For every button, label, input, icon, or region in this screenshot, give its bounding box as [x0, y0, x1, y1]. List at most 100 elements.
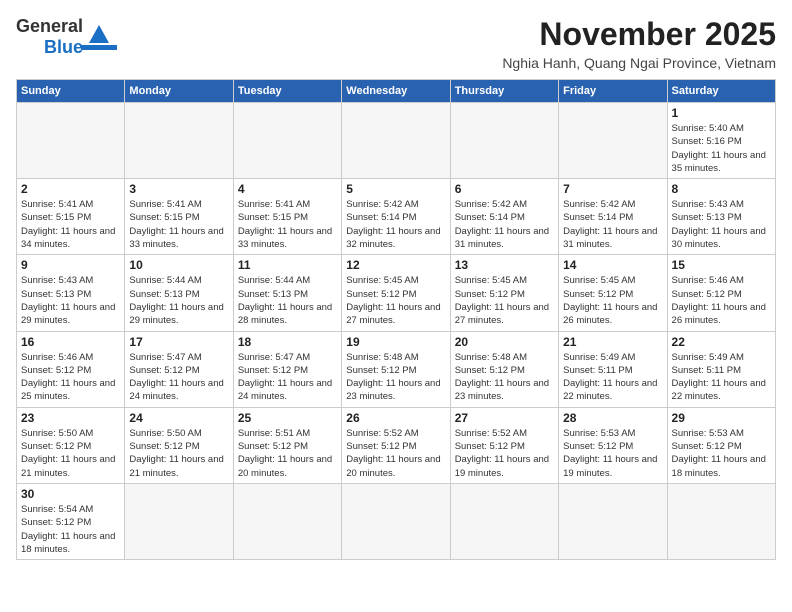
calendar-day-cell: 25 Sunrise: 5:51 AMSunset: 5:12 PMDayligh…: [233, 407, 341, 483]
calendar-day-cell: 6Sunrise: 5:42 AMSunset: 5:14 PMDaylight…: [450, 179, 558, 255]
logo-blue: Blue: [44, 37, 83, 58]
calendar-day-cell: 5 Sunrise: 5:42 AMSunset: 5:14 PMDaylight…: [342, 179, 450, 255]
calendar-day-cell: 2Sunrise: 5:41 AMSunset: 5:15 PMDaylight…: [17, 179, 125, 255]
day-number: 19: [346, 335, 445, 349]
day-number: 15: [672, 258, 771, 272]
calendar-header-row: SundayMondayTuesdayWednesdayThursdayFrid…: [17, 80, 776, 103]
day-number: 3: [129, 182, 228, 196]
day-number: 7: [563, 182, 662, 196]
day-number: 25: [238, 411, 337, 425]
day-number: 4: [238, 182, 337, 196]
day-info: Sunrise: 5:50 AMSunset: 5:12 PMDaylight:…: [129, 427, 228, 480]
day-info: Sunrise: 5:44 AMSunset: 5:13 PMDaylight:…: [129, 274, 228, 327]
day-info: Sunrise: 5:45 AMSunset: 5:12 PMDaylight:…: [346, 274, 445, 327]
weekday-header: Tuesday: [233, 80, 341, 103]
day-number: 13: [455, 258, 554, 272]
logo-bar: [81, 45, 117, 50]
weekday-header: Saturday: [667, 80, 775, 103]
calendar-day-cell: [342, 483, 450, 559]
calendar-day-cell: [125, 483, 233, 559]
day-number: 29: [672, 411, 771, 425]
day-info: Sunrise: 5:42 AMSunset: 5:14 PMDaylight:…: [563, 198, 662, 251]
calendar-day-cell: 29Sunrise: 5:53 AMSunset: 5:12 PMDayligh…: [667, 407, 775, 483]
day-number: 8: [672, 182, 771, 196]
day-number: 9: [21, 258, 120, 272]
calendar-week-row: 2Sunrise: 5:41 AMSunset: 5:15 PMDaylight…: [17, 179, 776, 255]
calendar-day-cell: [233, 483, 341, 559]
calendar-day-cell: [125, 103, 233, 179]
day-number: 5: [346, 182, 445, 196]
day-info: Sunrise: 5:51 AMSunset: 5:12 PMDaylight:…: [238, 427, 337, 480]
day-info: Sunrise: 5:47 AMSunset: 5:12 PMDaylight:…: [129, 351, 228, 404]
day-number: 10: [129, 258, 228, 272]
logo: General Blue: [16, 16, 117, 58]
day-info: Sunrise: 5:54 AMSunset: 5:12 PMDaylight:…: [21, 503, 120, 556]
day-info: Sunrise: 5:46 AMSunset: 5:12 PMDaylight:…: [21, 351, 120, 404]
calendar-week-row: 1 Sunrise: 5:40 AMSunset: 5:16 PMDaylight…: [17, 103, 776, 179]
calendar-day-cell: 7 Sunrise: 5:42 AMSunset: 5:14 PMDaylight…: [559, 179, 667, 255]
calendar-day-cell: [559, 103, 667, 179]
logo-triangle: [89, 25, 109, 43]
calendar-day-cell: 3 Sunrise: 5:41 AMSunset: 5:15 PMDaylight…: [125, 179, 233, 255]
day-number: 11: [238, 258, 337, 272]
weekday-header: Thursday: [450, 80, 558, 103]
day-number: 12: [346, 258, 445, 272]
day-info: Sunrise: 5:48 AMSunset: 5:12 PMDaylight:…: [455, 351, 554, 404]
month-title: November 2025: [502, 16, 776, 53]
calendar-day-cell: 11 Sunrise: 5:44 AMSunset: 5:13 PMDayligh…: [233, 255, 341, 331]
day-number: 27: [455, 411, 554, 425]
day-number: 22: [672, 335, 771, 349]
calendar-day-cell: 28Sunrise: 5:53 AMSunset: 5:12 PMDayligh…: [559, 407, 667, 483]
calendar-day-cell: 8Sunrise: 5:43 AMSunset: 5:13 PMDaylight…: [667, 179, 775, 255]
calendar-day-cell: [450, 483, 558, 559]
day-info: Sunrise: 5:45 AMSunset: 5:12 PMDaylight:…: [455, 274, 554, 327]
day-number: 21: [563, 335, 662, 349]
day-info: Sunrise: 5:47 AMSunset: 5:12 PMDaylight:…: [238, 351, 337, 404]
calendar-day-cell: 4 Sunrise: 5:41 AMSunset: 5:15 PMDaylight…: [233, 179, 341, 255]
calendar-day-cell: 22 Sunrise: 5:49 AMSunset: 5:11 PMDayligh…: [667, 331, 775, 407]
calendar-week-row: 23 Sunrise: 5:50 AMSunset: 5:12 PMDayligh…: [17, 407, 776, 483]
day-number: 30: [21, 487, 120, 501]
calendar-day-cell: 10 Sunrise: 5:44 AMSunset: 5:13 PMDayligh…: [125, 255, 233, 331]
calendar-day-cell: 17Sunrise: 5:47 AMSunset: 5:12 PMDayligh…: [125, 331, 233, 407]
calendar-week-row: 16 Sunrise: 5:46 AMSunset: 5:12 PMDayligh…: [17, 331, 776, 407]
day-info: Sunrise: 5:48 AMSunset: 5:12 PMDaylight:…: [346, 351, 445, 404]
calendar-day-cell: [559, 483, 667, 559]
day-info: Sunrise: 5:44 AMSunset: 5:13 PMDaylight:…: [238, 274, 337, 327]
logo-general: General: [16, 16, 83, 37]
day-info: Sunrise: 5:42 AMSunset: 5:14 PMDaylight:…: [346, 198, 445, 251]
day-number: 28: [563, 411, 662, 425]
day-number: 18: [238, 335, 337, 349]
day-info: Sunrise: 5:52 AMSunset: 5:12 PMDaylight:…: [455, 427, 554, 480]
day-info: Sunrise: 5:50 AMSunset: 5:12 PMDaylight:…: [21, 427, 120, 480]
day-info: Sunrise: 5:41 AMSunset: 5:15 PMDaylight:…: [21, 198, 120, 251]
day-info: Sunrise: 5:46 AMSunset: 5:12 PMDaylight:…: [672, 274, 771, 327]
calendar-table: SundayMondayTuesdayWednesdayThursdayFrid…: [16, 79, 776, 560]
day-info: Sunrise: 5:45 AMSunset: 5:12 PMDaylight:…: [563, 274, 662, 327]
day-info: Sunrise: 5:41 AMSunset: 5:15 PMDaylight:…: [129, 198, 228, 251]
weekday-header: Friday: [559, 80, 667, 103]
page-header: General Blue November 2025 Nghia Hanh, Q…: [16, 16, 776, 71]
day-number: 14: [563, 258, 662, 272]
calendar-day-cell: [233, 103, 341, 179]
day-info: Sunrise: 5:43 AMSunset: 5:13 PMDaylight:…: [21, 274, 120, 327]
day-info: Sunrise: 5:40 AMSunset: 5:16 PMDaylight:…: [672, 122, 771, 175]
day-number: 26: [346, 411, 445, 425]
day-number: 23: [21, 411, 120, 425]
day-info: Sunrise: 5:49 AMSunset: 5:11 PMDaylight:…: [672, 351, 771, 404]
calendar-day-cell: 14 Sunrise: 5:45 AMSunset: 5:12 PMDayligh…: [559, 255, 667, 331]
calendar-day-cell: [342, 103, 450, 179]
calendar-day-cell: 23 Sunrise: 5:50 AMSunset: 5:12 PMDayligh…: [17, 407, 125, 483]
calendar-day-cell: [450, 103, 558, 179]
day-number: 24: [129, 411, 228, 425]
calendar-day-cell: 13 Sunrise: 5:45 AMSunset: 5:12 PMDayligh…: [450, 255, 558, 331]
title-block: November 2025 Nghia Hanh, Quang Ngai Pro…: [502, 16, 776, 71]
calendar-day-cell: 30 Sunrise: 5:54 AMSunset: 5:12 PMDayligh…: [17, 483, 125, 559]
calendar-day-cell: [17, 103, 125, 179]
weekday-header: Monday: [125, 80, 233, 103]
weekday-header: Wednesday: [342, 80, 450, 103]
day-info: Sunrise: 5:41 AMSunset: 5:15 PMDaylight:…: [238, 198, 337, 251]
day-number: 16: [21, 335, 120, 349]
day-number: 1: [672, 106, 771, 120]
calendar-day-cell: 21Sunrise: 5:49 AMSunset: 5:11 PMDayligh…: [559, 331, 667, 407]
